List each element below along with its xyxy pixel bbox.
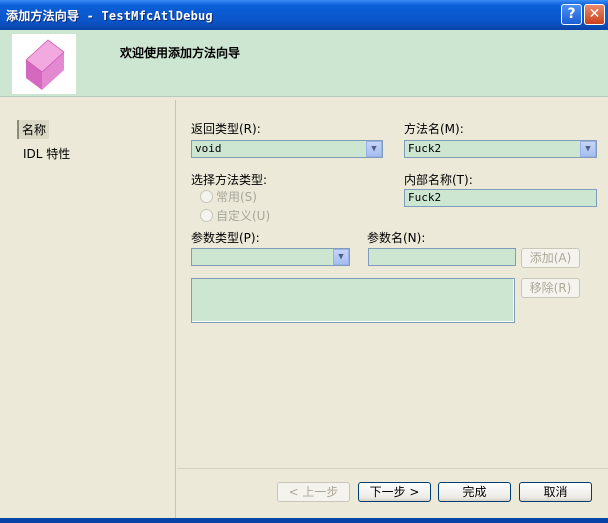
radio-common[interactable] xyxy=(200,190,213,203)
window-title: 添加方法向导 - TestMfcAtlDebug xyxy=(6,9,213,23)
sidebar-item-idl-attributes[interactable]: IDL 特性 xyxy=(20,144,73,163)
wizard-header: 欢迎使用添加方法向导 xyxy=(0,30,608,97)
method-name-combo[interactable]: Fuck2 ▼ xyxy=(404,140,597,158)
param-type-select[interactable]: ▼ xyxy=(191,248,350,266)
sidebar-item-label: IDL 特性 xyxy=(23,147,71,161)
method-name-label: 方法名(M): xyxy=(404,122,464,136)
remove-button[interactable]: 移除(R) xyxy=(521,278,580,298)
sidebar: 名称 IDL 特性 xyxy=(2,100,174,518)
finish-button[interactable]: 完成 xyxy=(438,482,511,502)
chevron-down-icon[interactable]: ▼ xyxy=(333,249,349,265)
method-name-value: Fuck2 xyxy=(408,142,442,155)
wizard-logo xyxy=(12,34,76,94)
internal-name-value: Fuck2 xyxy=(408,191,442,204)
next-button[interactable]: 下一步 > xyxy=(358,482,431,502)
parameter-list[interactable] xyxy=(191,278,515,323)
sidebar-item-label: 名称 xyxy=(22,123,47,137)
back-button[interactable]: < 上一步 xyxy=(277,482,350,502)
method-type-label: 选择方法类型: xyxy=(191,173,268,187)
footer-divider xyxy=(177,468,608,469)
title-bar: 添加方法向导 - TestMfcAtlDebug ? ✕ xyxy=(0,0,608,30)
chevron-down-icon[interactable]: ▼ xyxy=(580,141,596,157)
return-type-value: void xyxy=(195,142,222,155)
close-button[interactable]: ✕ xyxy=(584,4,605,25)
param-name-input[interactable] xyxy=(368,248,516,266)
method-form: 返回类型(R): void ▼ 方法名(M): Fuck2 ▼ 选择方法类型: … xyxy=(176,100,606,470)
return-type-label: 返回类型(R): xyxy=(191,122,261,136)
radio-custom-label: 自定义(U) xyxy=(216,209,271,223)
radio-common-label: 常用(S) xyxy=(216,190,257,204)
internal-name-input[interactable]: Fuck2 xyxy=(404,189,597,207)
cancel-button[interactable]: 取消 xyxy=(519,482,592,502)
sidebar-item-name[interactable]: 名称 xyxy=(17,120,50,139)
help-button[interactable]: ? xyxy=(561,4,582,25)
chevron-down-icon[interactable]: ▼ xyxy=(366,141,382,157)
wizard-title: 欢迎使用添加方法向导 xyxy=(120,46,241,60)
param-type-label: 参数类型(P): xyxy=(191,231,260,245)
param-name-label: 参数名(N): xyxy=(367,231,426,245)
pink-cube-icon xyxy=(25,39,65,90)
internal-name-label: 内部名称(T): xyxy=(404,173,473,187)
return-type-select[interactable]: void ▼ xyxy=(191,140,383,158)
taskbar-edge xyxy=(0,518,608,523)
radio-custom[interactable] xyxy=(200,209,213,222)
add-button[interactable]: 添加(A) xyxy=(521,248,580,268)
